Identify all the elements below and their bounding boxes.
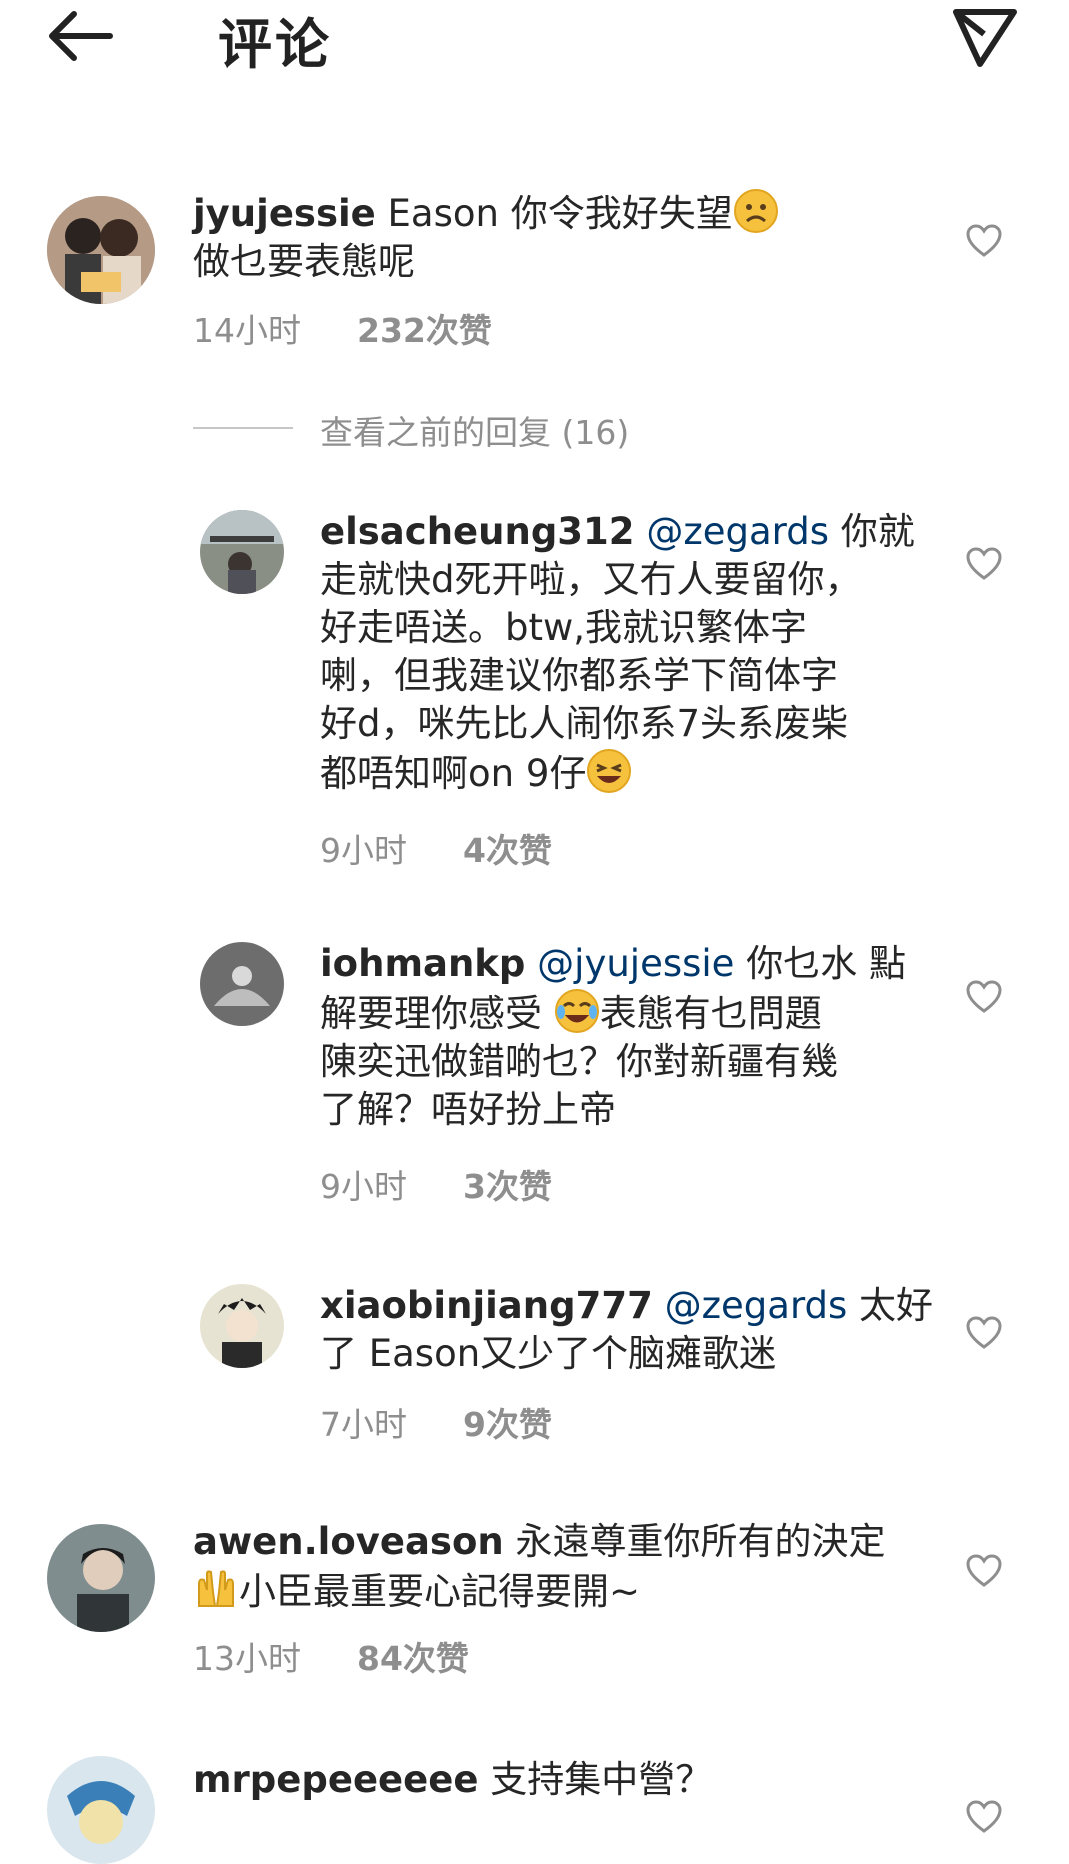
- worried-face-emoji-icon: [733, 188, 779, 234]
- username[interactable]: iohmankp: [320, 942, 525, 985]
- reply-body: xiaobinjiang777 @zegards 太好 了 Eason又少了个脑…: [320, 1282, 933, 1378]
- reply-time: 7小时: [320, 1405, 407, 1444]
- comment-body: jyujessie Eason 你令我好失望 做乜要表態呢: [193, 188, 779, 286]
- reply-line-1: xiaobinjiang777 @zegards 太好: [320, 1282, 933, 1330]
- comment-body: mrpepeeeeee 支持集中營？: [193, 1756, 712, 1804]
- raising-hands-emoji-icon: [193, 1566, 239, 1612]
- username[interactable]: mrpepeeeeee: [193, 1758, 478, 1801]
- view-replies-label[interactable]: 查看之前的回复 (16): [320, 406, 629, 454]
- reply-text: 都唔知啊on 9仔: [320, 752, 587, 795]
- comment-text: 支持集中營？: [490, 1758, 713, 1801]
- mention-link[interactable]: @zegards: [665, 1284, 848, 1327]
- comment-time: 14小时: [193, 311, 301, 350]
- avatar[interactable]: [200, 942, 284, 1026]
- reply-line-3: 好走唔送。btw,我就识繁体字: [320, 606, 808, 649]
- reply-body: elsacheung312 @zegards 你就 走就快d死开啦，又冇人要留你…: [320, 508, 915, 798]
- comment-line-2: 小臣最重要心記得要開~: [193, 1566, 885, 1616]
- avatar[interactable]: [47, 1524, 155, 1632]
- reply-text: 太好: [859, 1284, 934, 1327]
- heart-icon[interactable]: [966, 1316, 1002, 1350]
- avatar[interactable]: [200, 1284, 284, 1368]
- comment-text: 永遠尊重你所有的決定: [515, 1520, 886, 1563]
- reply-line-4: 了解？唔好扮上帝: [320, 1088, 616, 1131]
- avatar[interactable]: [47, 1756, 155, 1864]
- heart-icon[interactable]: [966, 547, 1002, 581]
- reply-line-2: 解要理你感受 表態有乜問題: [320, 988, 906, 1038]
- divider-line: [193, 427, 293, 429]
- comment-meta: 14小时 232次赞: [193, 304, 492, 352]
- send-icon[interactable]: [950, 4, 1020, 68]
- like-count[interactable]: 4次赞: [463, 831, 552, 870]
- comment-line-1: jyujessie Eason 你令我好失望: [193, 188, 779, 238]
- avatar[interactable]: [200, 510, 284, 594]
- reply-meta: 7小时 9次赞: [320, 1398, 552, 1446]
- comment-text: Eason 你令我好失望: [387, 192, 733, 235]
- reply-meta: 9小时 3次赞: [320, 1160, 552, 1208]
- heart-icon[interactable]: [966, 224, 1002, 258]
- reply-time: 9小时: [320, 1167, 407, 1206]
- laughing-face-emoji-icon: [586, 748, 632, 794]
- tears-of-joy-emoji-icon: [554, 988, 600, 1034]
- like-count[interactable]: 232次赞: [357, 311, 492, 350]
- comment-line-1: mrpepeeeeee 支持集中營？: [193, 1756, 712, 1804]
- comment-line-1: awen.loveason 永遠尊重你所有的決定: [193, 1518, 885, 1566]
- back-arrow-icon[interactable]: [44, 8, 120, 64]
- reply-line-1: iohmankp @jyujessie 你乜水 點: [320, 940, 906, 988]
- reply-text: 你就: [840, 510, 915, 553]
- reply-line-6: 都唔知啊on 9仔: [320, 748, 915, 798]
- username[interactable]: elsacheung312: [320, 510, 635, 553]
- reply-text: 表態有乜問題: [599, 992, 822, 1035]
- comment-line-2: 做乜要表態呢: [193, 240, 415, 283]
- heart-icon[interactable]: [966, 980, 1002, 1014]
- heart-icon[interactable]: [966, 1800, 1002, 1834]
- reply-line-2: 了 Eason又少了个脑瘫歌迷: [320, 1332, 777, 1375]
- reply-line-1: elsacheung312 @zegards 你就: [320, 508, 915, 556]
- reply-text: 你乜水 點: [746, 942, 906, 985]
- like-count[interactable]: 84次赞: [357, 1639, 469, 1678]
- comment-time: 13小时: [193, 1639, 301, 1678]
- username[interactable]: awen.loveason: [193, 1520, 504, 1563]
- username[interactable]: jyujessie: [193, 192, 376, 235]
- comment-body: awen.loveason 永遠尊重你所有的決定 小臣最重要心記得要開~: [193, 1518, 885, 1616]
- like-count[interactable]: 9次赞: [463, 1405, 552, 1444]
- mention-link[interactable]: @zegards: [646, 510, 829, 553]
- reply-body: iohmankp @jyujessie 你乜水 點 解要理你感受 表態有乜問題 …: [320, 940, 906, 1134]
- comment-text: 小臣最重要心記得要開~: [239, 1570, 641, 1613]
- reply-line-4: 喇，但我建议你都系学下简体字: [320, 654, 838, 697]
- reply-text: 解要理你感受: [320, 992, 542, 1035]
- mention-link[interactable]: @jyujessie: [537, 942, 734, 985]
- like-count[interactable]: 3次赞: [463, 1167, 552, 1206]
- page-title: 评论: [218, 13, 332, 76]
- username[interactable]: xiaobinjiang777: [320, 1284, 653, 1327]
- comment-meta: 13小时 84次赞: [193, 1632, 469, 1680]
- reply-line-5: 好d，咪先比人闹你系7头系废柴: [320, 702, 849, 745]
- top-bar: 评论: [0, 0, 1069, 76]
- heart-icon[interactable]: [966, 1554, 1002, 1588]
- reply-line-3: 陳奕迅做錯啲乜？你對新疆有幾: [320, 1040, 838, 1083]
- avatar[interactable]: [47, 196, 155, 304]
- reply-meta: 9小时 4次赞: [320, 824, 552, 872]
- reply-time: 9小时: [320, 831, 407, 870]
- reply-line-2: 走就快d死开啦，又冇人要留你，: [320, 558, 862, 601]
